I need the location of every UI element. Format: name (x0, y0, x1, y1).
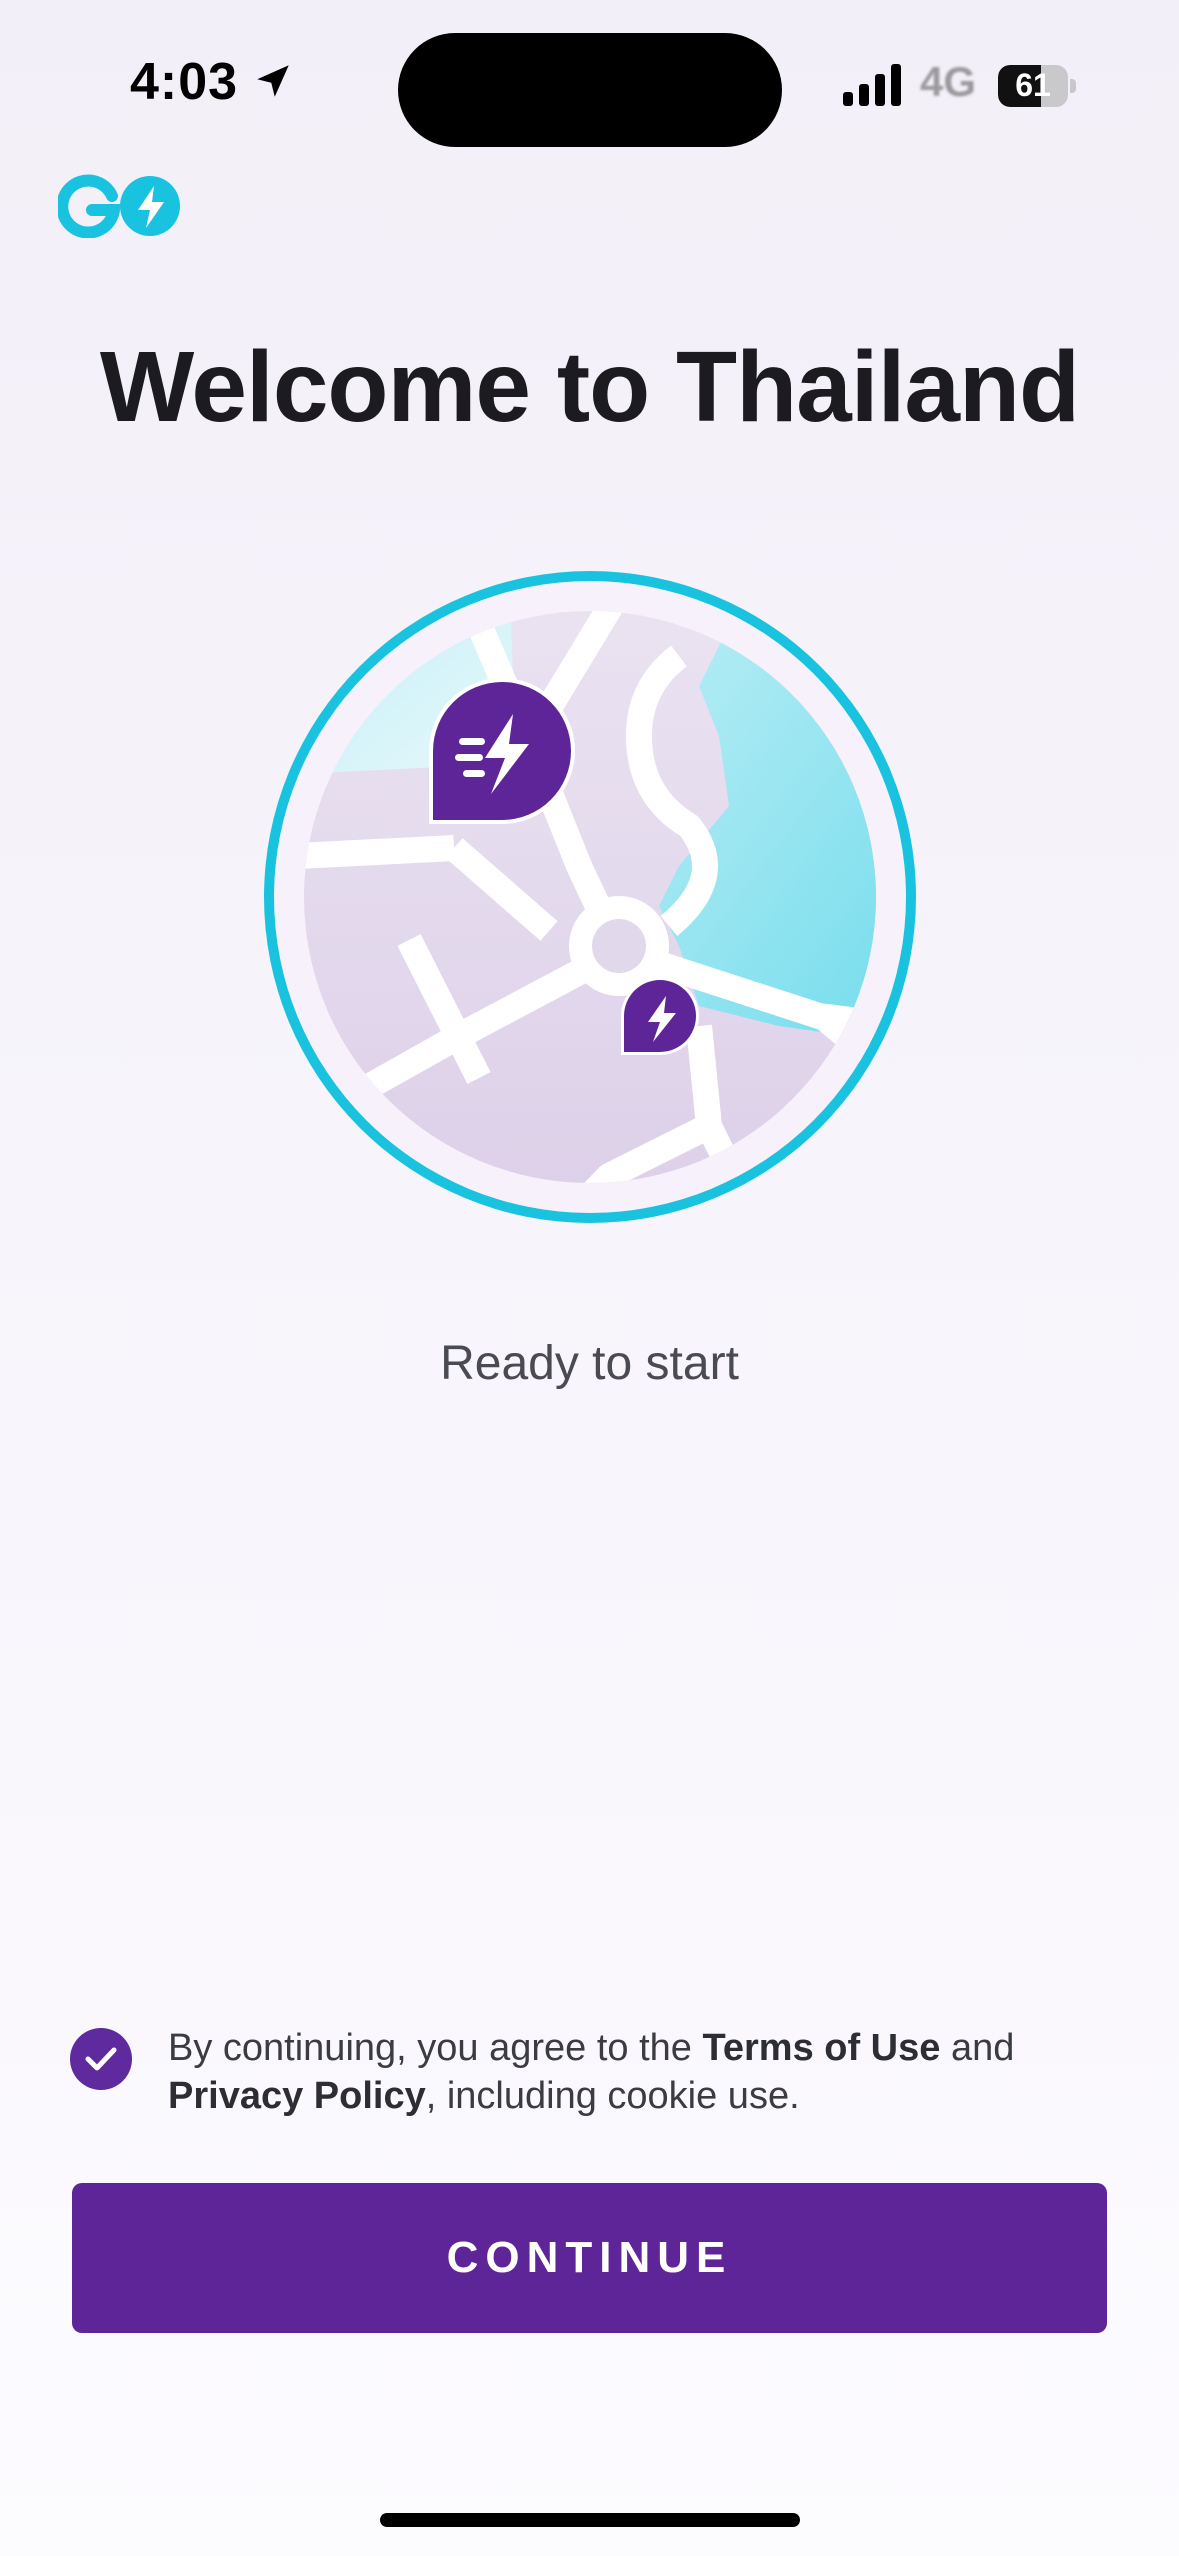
battery-level: 61 (1015, 67, 1051, 103)
status-bar: 4:03 4G 61 (0, 0, 1179, 150)
status-text: Ready to start (440, 1337, 739, 1390)
cellular-signal-icon (843, 64, 901, 106)
network-type: 4G (920, 58, 977, 105)
consent-middle: and (940, 2027, 1015, 2069)
large-pin (429, 678, 575, 824)
continue-button[interactable]: CONTINUE (72, 2183, 1107, 2333)
page-title: Welcome to Thailand (99, 331, 1080, 443)
location-arrow-icon (257, 65, 289, 97)
small-pin (621, 977, 699, 1055)
consent-text: By continuing, you agree to the Terms of… (168, 2024, 1128, 2120)
go-logo-icon (58, 174, 180, 238)
battery-icon: 61 (998, 65, 1076, 107)
consent-prefix: By continuing, you agree to the (168, 2027, 703, 2069)
terms-of-use-link[interactable]: Terms of Use (702, 2027, 940, 2069)
home-indicator[interactable] (380, 2513, 800, 2527)
privacy-policy-link[interactable]: Privacy Policy (168, 2075, 426, 2117)
map-illustration-icon (264, 571, 916, 1223)
consent-checkbox[interactable] (70, 2028, 132, 2090)
consent-suffix: , including cookie use. (425, 2075, 800, 2117)
status-time: 4:03 (130, 53, 239, 111)
checkmark-icon (85, 2047, 117, 2071)
dynamic-island (398, 33, 782, 147)
